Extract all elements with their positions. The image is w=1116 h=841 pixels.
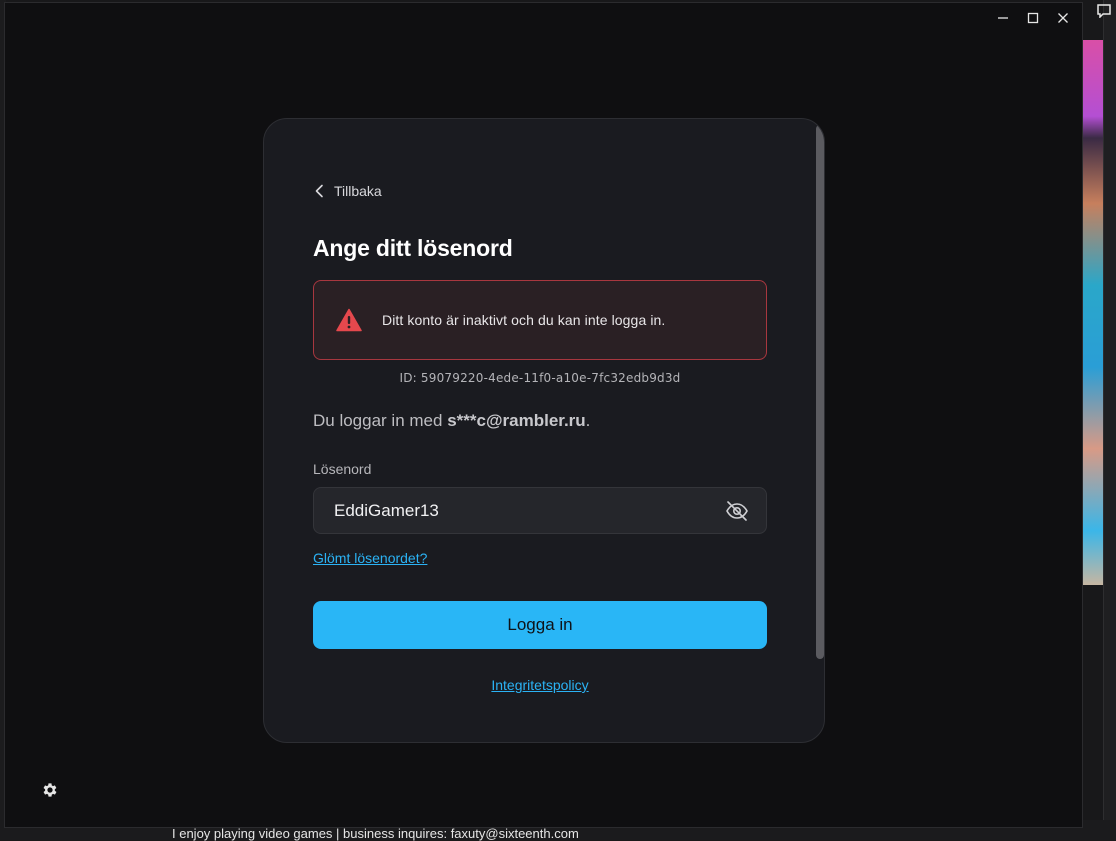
privacy-policy-link[interactable]: Integritetspolicy [313,677,767,693]
page-title: Ange ditt lösenord [313,235,513,261]
error-id: ID: 59079220-4ede-11f0-a10e-7fc32edb9d3d [399,371,681,385]
password-dialog: Tillbaka Ange ditt lösenord Ditt konto ä… [263,118,825,743]
login-window: Tillbaka Ange ditt lösenord Ditt konto ä… [4,2,1083,828]
maximize-button[interactable] [1024,9,1042,27]
gear-icon [43,783,57,797]
background-stream-preview [1083,40,1103,585]
dialog-scrollbar[interactable] [816,125,824,659]
error-alert: Ditt konto är inaktivt och du kan inte l… [313,280,767,360]
settings-button[interactable] [41,781,59,799]
login-info-prefix: Du loggar in med [313,411,448,430]
minimize-button[interactable] [994,9,1012,27]
chat-icon[interactable] [1097,4,1111,19]
close-button[interactable] [1054,9,1072,27]
password-value[interactable]: EddiGamer13 [334,501,724,521]
login-info: Du loggar in med s***c@rambler.ru. [313,411,590,431]
chevron-left-icon [315,184,323,198]
error-message: Ditt konto är inaktivt och du kan inte l… [382,312,666,328]
maximize-icon [1027,12,1039,24]
eye-off-icon [726,500,748,521]
minimize-icon [998,17,1008,19]
close-icon [1058,13,1068,23]
login-info-suffix: . [585,411,591,430]
password-field[interactable]: EddiGamer13 [313,487,767,534]
window-controls [994,9,1072,27]
login-button[interactable]: Logga in [313,601,767,649]
warning-triangle-icon [336,308,362,332]
back-label: Tillbaka [334,183,382,199]
back-button[interactable]: Tillbaka [314,183,382,199]
forgot-password-link[interactable]: Glömt lösenordet? [313,550,427,566]
channel-description: I enjoy playing video games | business i… [172,826,579,841]
background-sidebar [1103,0,1116,840]
toggle-password-visibility-button[interactable] [724,498,750,524]
login-email: s***c@rambler.ru [447,411,586,430]
password-label: Lösenord [313,461,372,477]
